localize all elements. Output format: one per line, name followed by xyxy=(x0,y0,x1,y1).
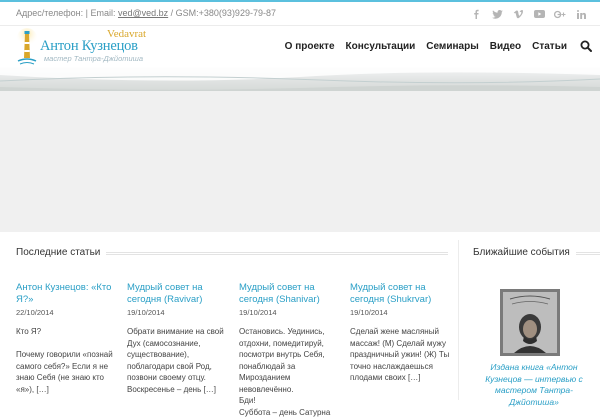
post-date: 19/10/2014 xyxy=(350,308,388,317)
post-date: 19/10/2014 xyxy=(239,308,277,317)
post-title[interactable]: Мудрый совет на сегодня (Shanivar) xyxy=(239,282,341,305)
google-plus-icon[interactable] xyxy=(551,7,569,21)
nav-item-articles[interactable]: Статьи xyxy=(532,41,567,52)
post-card: Мудрый совет на сегодня (Ravivar) 19/10/… xyxy=(127,282,229,395)
nav-item-video[interactable]: Видео xyxy=(490,41,521,52)
linkedin-icon[interactable] xyxy=(572,7,590,21)
facebook-icon[interactable] xyxy=(467,7,485,21)
post-card: Мудрый совет на сегодня (Shukrvar) 19/10… xyxy=(350,282,452,384)
site-header: Vedavrat Антон Кузнецов мастер Тантра-Дж… xyxy=(0,26,600,68)
nav-item-seminars[interactable]: Семинары xyxy=(426,41,478,52)
lighthouse-icon xyxy=(17,28,37,65)
recent-posts-heading: Последние статьи xyxy=(16,247,107,258)
contact-info: Адрес/телефон: | Email: ved@ved.bz / GSM… xyxy=(16,8,276,18)
email-link[interactable]: ved@ved.bz xyxy=(118,8,168,18)
post-card: Мудрый совет на сегодня (Shanivar) 19/10… xyxy=(239,282,341,418)
logo-name: Антон Кузнецов xyxy=(40,38,138,54)
top-bar: Адрес/телефон: | Email: ved@ved.bz / GSM… xyxy=(0,2,600,26)
post-title[interactable]: Антон Кузнецов: «Кто Я?» xyxy=(16,282,118,305)
event-caption[interactable]: Издана книга «Антон Кузнецов — интервью … xyxy=(474,362,594,408)
social-links xyxy=(464,7,590,21)
post-date: 19/10/2014 xyxy=(127,308,165,317)
contacts-suffix: / GSM:+380(93)929-79-87 xyxy=(168,8,276,18)
events-heading: Ближайшие события xyxy=(473,247,576,258)
contacts-prefix: Адрес/телефон: | Email: xyxy=(16,8,118,18)
column-divider xyxy=(458,240,459,400)
post-date: 22/10/2014 xyxy=(16,308,54,317)
post-excerpt: Сделай жене масляный массаж! (М) Сделай … xyxy=(350,327,450,382)
post-excerpt: Кто Я? Почему говорили «познай самого се… xyxy=(16,327,113,394)
book-cover-image[interactable] xyxy=(500,289,560,356)
twitter-icon[interactable] xyxy=(488,7,506,21)
post-card: Антон Кузнецов: «Кто Я?» 22/10/2014 Кто … xyxy=(16,282,118,395)
post-title[interactable]: Мудрый совет на сегодня (Ravivar) xyxy=(127,282,229,305)
hero-slider-area xyxy=(0,91,600,232)
nav-item-about[interactable]: О проекте xyxy=(285,41,335,52)
nav-item-consultations[interactable]: Консультации xyxy=(346,41,416,52)
site-logo[interactable]: Vedavrat Антон Кузнецов мастер Тантра-Дж… xyxy=(16,28,176,66)
banner-wave xyxy=(0,67,600,91)
youtube-icon[interactable] xyxy=(530,7,548,21)
post-title[interactable]: Мудрый совет на сегодня (Shukrvar) xyxy=(350,282,452,305)
header-banner xyxy=(0,67,600,91)
post-excerpt: Остановись. Уединись, отдохни, помедитир… xyxy=(239,327,331,417)
search-icon[interactable] xyxy=(580,40,592,52)
post-excerpt: Обрати внимание на свой Дух (самосознани… xyxy=(127,327,224,394)
vimeo-icon[interactable] xyxy=(509,7,527,21)
main-nav: О проекте Консультации Семинары Видео Ст… xyxy=(274,40,592,52)
logo-tagline: мастер Тантра-Джйотиша xyxy=(44,54,144,63)
